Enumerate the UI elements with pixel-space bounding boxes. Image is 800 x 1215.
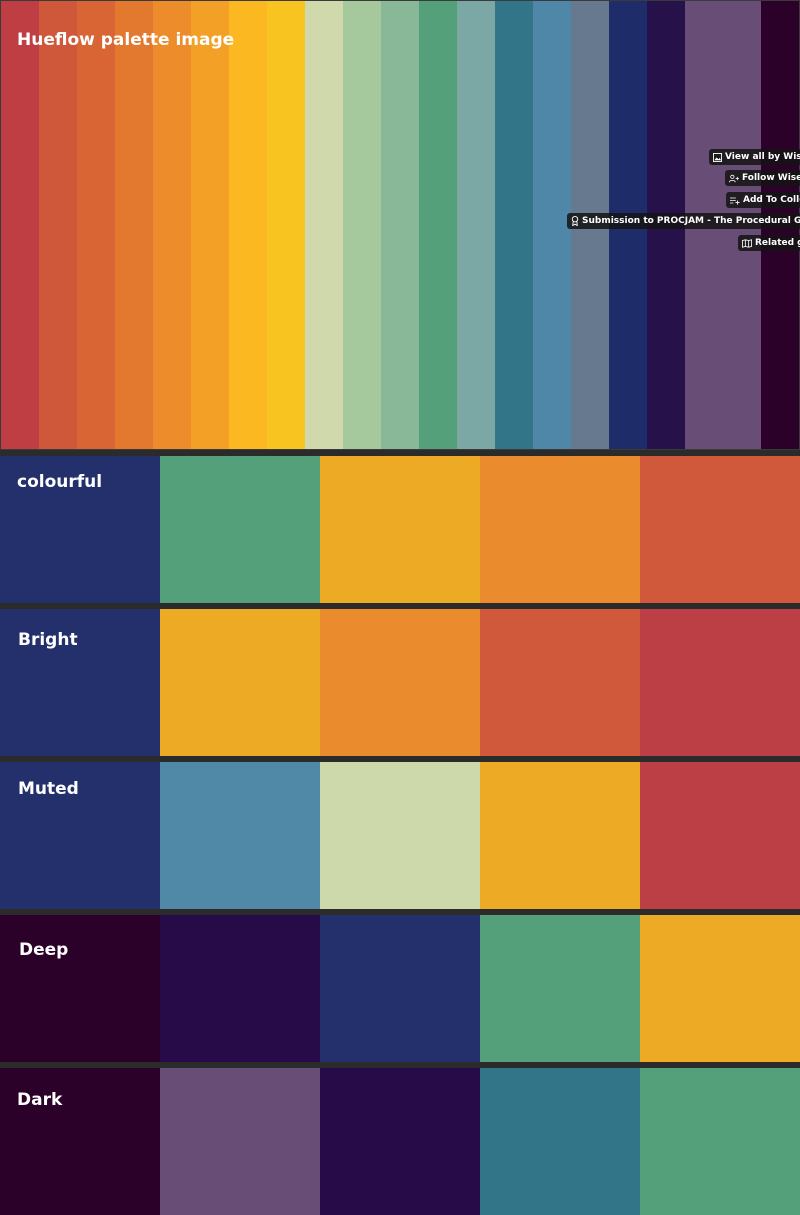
palette-stripe bbox=[495, 1, 533, 449]
view-all-label: View all by Wiseda bbox=[725, 152, 800, 162]
color-swatch bbox=[480, 1068, 640, 1215]
color-swatch bbox=[320, 915, 480, 1062]
palette-stripe bbox=[343, 1, 381, 449]
view-all-button[interactable]: View all by Wiseda bbox=[709, 149, 800, 165]
palette-row-dark bbox=[0, 1068, 800, 1215]
submission-label: Submission to PROCJAM - The Procedural G… bbox=[582, 216, 800, 226]
color-swatch bbox=[640, 762, 800, 909]
palette-row-bright bbox=[0, 609, 800, 756]
palette-stripe bbox=[39, 1, 77, 449]
color-swatch bbox=[160, 456, 320, 603]
palette-label: colourful bbox=[17, 472, 103, 492]
palette-stripe bbox=[381, 1, 419, 449]
color-swatch bbox=[160, 1068, 320, 1215]
color-swatch bbox=[480, 762, 640, 909]
color-swatch bbox=[320, 762, 480, 909]
user-plus-icon bbox=[729, 174, 739, 182]
award-icon bbox=[571, 216, 579, 226]
image-icon bbox=[713, 152, 722, 162]
palette-page: Hueflow palette image View all by Wiseda… bbox=[0, 0, 800, 1215]
map-icon bbox=[742, 238, 752, 248]
palette-row-muted bbox=[0, 762, 800, 909]
color-swatch bbox=[640, 609, 800, 756]
palette-stripe bbox=[533, 1, 571, 449]
color-swatch bbox=[0, 915, 160, 1062]
palette-stripe bbox=[229, 1, 267, 449]
color-swatch bbox=[640, 915, 800, 1062]
color-swatch bbox=[320, 609, 480, 756]
palette-label: Muted bbox=[18, 779, 79, 799]
palette-label: Deep bbox=[19, 940, 69, 960]
color-swatch bbox=[480, 456, 640, 603]
palette-label: Dark bbox=[17, 1090, 63, 1110]
color-swatch bbox=[160, 609, 320, 756]
palette-stripe bbox=[1, 1, 39, 449]
color-swatch bbox=[640, 1068, 800, 1215]
palette-stripe bbox=[305, 1, 343, 449]
color-swatch bbox=[640, 456, 800, 603]
add-to-collection-button[interactable]: Add To Collect bbox=[726, 192, 800, 208]
color-swatch bbox=[320, 456, 480, 603]
follow-button[interactable]: Follow Wiseda bbox=[725, 170, 800, 186]
palette-row-colourful bbox=[0, 456, 800, 603]
palette-stripe bbox=[191, 1, 229, 449]
hero-title: Hueflow palette image bbox=[17, 30, 235, 50]
palette-stripe bbox=[153, 1, 191, 449]
color-swatch bbox=[160, 915, 320, 1062]
color-swatch bbox=[320, 1068, 480, 1215]
palette-stripe bbox=[115, 1, 153, 449]
related-games-label: Related gam bbox=[755, 238, 800, 248]
submission-button[interactable]: Submission to PROCJAM - The Procedural G… bbox=[567, 213, 800, 229]
color-swatch bbox=[480, 915, 640, 1062]
palette-stripe bbox=[267, 1, 305, 449]
follow-label: Follow Wiseda bbox=[742, 173, 800, 183]
palette-stripe bbox=[77, 1, 115, 449]
palette-stripe bbox=[457, 1, 495, 449]
palette-row-deep bbox=[0, 915, 800, 1062]
palette-label: Bright bbox=[18, 630, 78, 650]
add-to-collection-label: Add To Collect bbox=[743, 195, 800, 205]
color-swatch bbox=[480, 609, 640, 756]
color-swatch bbox=[160, 762, 320, 909]
playlist-add-icon bbox=[730, 197, 740, 205]
palette-stripe bbox=[419, 1, 457, 449]
related-games-button[interactable]: Related gam bbox=[738, 235, 800, 251]
